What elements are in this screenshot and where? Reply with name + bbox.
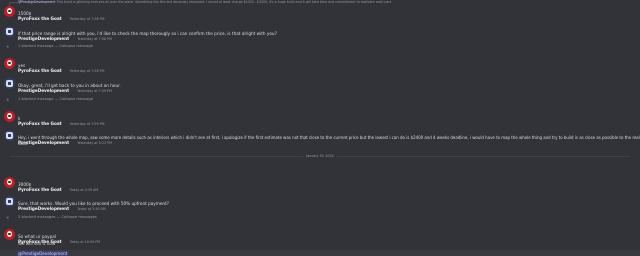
message-text: So what ur paypal	[18, 234, 56, 239]
blocked-messages[interactable]: × 3 blocked messages — Collapse messages	[0, 215, 640, 221]
blocked-icon: ×	[6, 215, 10, 220]
message-text: 3000$	[18, 182, 32, 187]
timestamp: Yesterday at 7:56 PM	[69, 17, 105, 21]
avatar[interactable]	[4, 111, 15, 122]
timestamp: Yesterday at 7:58 PM	[77, 37, 112, 41]
author-name[interactable]: PyroFoxx the Goat	[18, 121, 62, 126]
author-name[interactable]: PyroFoxx the Goat	[18, 187, 62, 192]
reply-preview[interactable]: @PrestigeDevelopment This build is glitc…	[18, 0, 392, 4]
message-header: PyroFoxx the Goat Yesterday at 7:59 PM	[18, 110, 104, 129]
avatar[interactable]	[4, 26, 15, 37]
composer-mention[interactable]: @PrestigeDevelopment	[17, 250, 69, 256]
avatar[interactable]	[4, 229, 15, 240]
message-text-continued: We will sell it now	[18, 241, 56, 246]
message-text: yes	[18, 63, 26, 68]
message-group: PrestigeDevelopment Yesterday at 9:23 PM…	[0, 129, 640, 149]
message-group: PyroFoxx the Goat Yesterday at 7:59 PM k	[0, 110, 640, 126]
avatar[interactable]	[4, 130, 15, 141]
timestamp: Today at 10:59 PM	[69, 240, 101, 244]
timestamp: Today at 2:39 AM	[69, 188, 99, 192]
timestamp: Yesterday at 7:59 PM	[77, 89, 112, 93]
timestamp: Today at 3:40 AM	[77, 207, 106, 211]
message-text: if that price range is alright with you,…	[18, 31, 277, 36]
timestamp: Yesterday at 7:58 PM	[69, 69, 105, 73]
message-text-continued: deal.	[18, 141, 29, 146]
message-group: PyroFoxx the Goat Yesterday at 7:58 PM y…	[0, 57, 640, 73]
message-text: 1500$	[18, 11, 32, 16]
blocked-label[interactable]: 3 blocked messages — Collapse messages	[18, 215, 97, 219]
avatar[interactable]	[4, 58, 15, 69]
blocked-messages[interactable]: × 1 blocked message — Collapse message	[0, 97, 640, 103]
timestamp: Yesterday at 7:59 PM	[69, 122, 105, 126]
message-header: PyroFoxx the Goat Yesterday at 7:58 PM	[18, 57, 104, 76]
message-group: PrestigeDevelopment Today at 3:40 AM Sur…	[0, 195, 640, 211]
author-name[interactable]: PrestigeDevelopment	[18, 206, 69, 211]
message-text: Sure, that works. Would you like to proc…	[18, 201, 169, 206]
blocked-icon: ×	[6, 97, 10, 102]
reply-text: This build is glitching textures all ove…	[56, 0, 392, 4]
avatar[interactable]	[4, 6, 15, 17]
message-group: @PrestigeDevelopment This build is glitc…	[0, 0, 640, 21]
blocked-label[interactable]: 1 blocked message — Collapse message	[18, 44, 93, 48]
message-group: PyroFoxx the Goat Today at 2:39 AM 3000$	[0, 176, 640, 192]
avatar[interactable]	[4, 196, 15, 207]
message-input[interactable]: @PrestigeDevelopment	[0, 250, 640, 256]
message-text: Hey, i went through the whole map, saw s…	[18, 135, 640, 140]
avatar[interactable]	[4, 78, 15, 89]
reply-mention[interactable]: @PrestigeDevelopment	[18, 0, 56, 4]
author-name[interactable]: PyroFoxx the Goat	[18, 16, 62, 21]
message-group: PrestigeDevelopment Yesterday at 7:58 PM…	[0, 25, 640, 41]
date-divider-label: January 30, 2024	[303, 154, 337, 158]
author-name[interactable]: PrestigeDevelopment	[18, 88, 69, 93]
author-name[interactable]: PyroFoxx the Goat	[18, 68, 62, 73]
timestamp: Yesterday at 9:23 PM	[77, 141, 112, 145]
blocked-icon: ×	[6, 44, 10, 49]
message-text: Okay, great, i'll get back to you in abo…	[18, 83, 121, 88]
message-group: PyroFoxx the Goat Today at 10:59 PM So w…	[0, 228, 640, 250]
divider-line: January 30, 2024	[10, 154, 630, 158]
message-group: PrestigeDevelopment Yesterday at 7:59 PM…	[0, 77, 640, 93]
blocked-label[interactable]: 1 blocked message — Collapse message	[18, 97, 93, 101]
message-text: k	[18, 116, 21, 121]
blocked-messages[interactable]: × 1 blocked message — Collapse message	[0, 44, 640, 50]
date-divider: January 30, 2024	[0, 154, 640, 158]
author-name[interactable]: PrestigeDevelopment	[18, 36, 69, 41]
avatar[interactable]	[4, 177, 15, 188]
